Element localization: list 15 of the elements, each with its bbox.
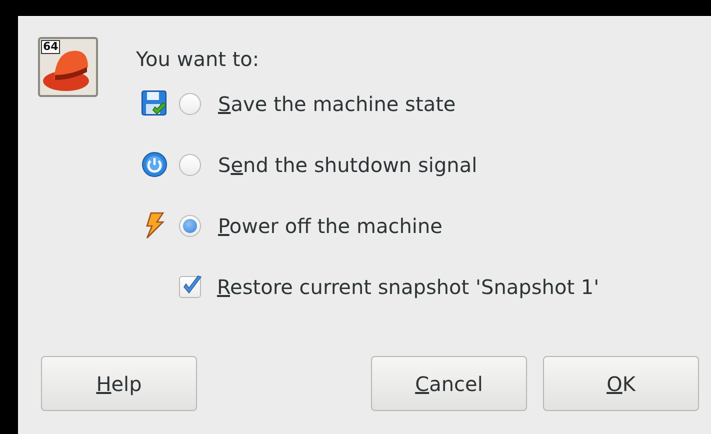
option-label: Power off the machine bbox=[218, 214, 442, 238]
lightning-icon bbox=[143, 212, 165, 239]
dialog-button[interactable]: Help bbox=[41, 356, 197, 411]
bitness-badge: 64 bbox=[41, 40, 60, 54]
power-icon bbox=[140, 151, 168, 178]
radio-button[interactable] bbox=[179, 92, 201, 114]
option-label: Restore current snapshot 'Snapshot 1' bbox=[217, 274, 600, 298]
prompt-text: You want to: bbox=[136, 47, 260, 73]
option-label: Send the shutdown signal bbox=[218, 152, 478, 176]
checkbox[interactable] bbox=[179, 276, 201, 298]
option-label: Save the machine state bbox=[218, 92, 456, 116]
radio-button[interactable] bbox=[179, 154, 201, 176]
radio-button[interactable] bbox=[179, 214, 201, 236]
dialog-button[interactable]: OK bbox=[543, 356, 699, 411]
dialog-button[interactable]: Cancel bbox=[371, 356, 527, 411]
